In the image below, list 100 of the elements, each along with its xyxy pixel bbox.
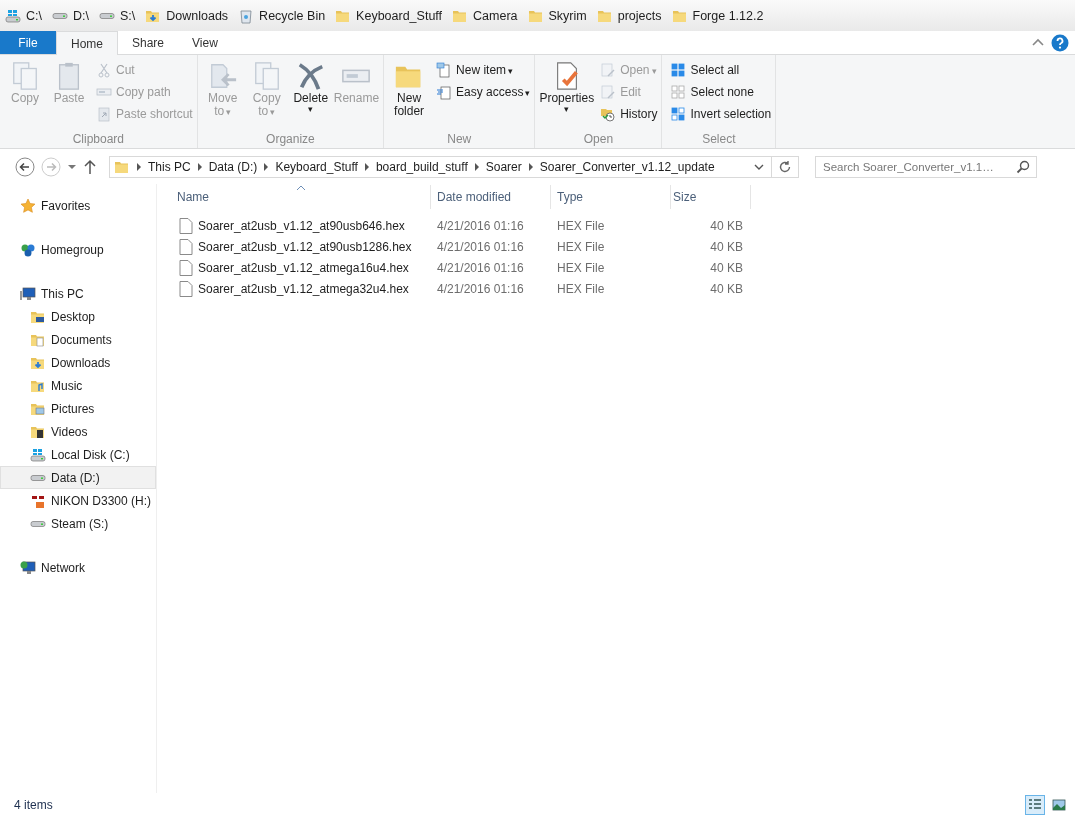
network-icon (20, 559, 36, 576)
table-cell-text: 40 KB (709, 239, 744, 254)
breadcrumb-item[interactable]: Keyboard_Stuff (275, 160, 358, 174)
table-cell[interactable]: Soarer_at2usb_v1.12_atmega16u4.hex (175, 259, 431, 276)
quick-link[interactable]: Forge 1.12.2 (671, 7, 764, 24)
navigation-item[interactable]: Desktop (0, 305, 156, 328)
table-cell-text: 4/21/2016 01:16 (436, 218, 525, 233)
navigation-item[interactable]: NIKON D3300 (H:) (0, 489, 156, 512)
search-icon[interactable] (1016, 160, 1030, 174)
windows-drive-icon (30, 446, 46, 463)
file-icon (179, 280, 193, 297)
ribbon-group-label: Organize (265, 132, 316, 148)
ribbon-button[interactable]: Select all (670, 61, 772, 79)
breadcrumb-item[interactable]: Data (D:) (208, 160, 258, 174)
navigation-item[interactable]: Downloads (0, 351, 156, 374)
breadcrumb-item[interactable]: board_build_stuff (375, 160, 468, 174)
drive-icon (98, 12, 115, 19)
table-cell-text: 4/21/2016 01:16 (436, 281, 525, 296)
navigation-item[interactable]: Pictures (0, 397, 156, 420)
quick-link[interactable]: projects (596, 7, 662, 24)
ribbon-tab[interactable]: Home (56, 31, 118, 55)
ribbon-button[interactable]: Delete ▾ (289, 59, 332, 132)
chevron-icon[interactable] (136, 163, 142, 171)
view-toggle[interactable] (1025, 794, 1045, 815)
history-icon (600, 106, 617, 122)
copy-icon (10, 61, 40, 91)
drive-icon (52, 12, 68, 19)
select-none-icon (670, 84, 687, 100)
folder-icon (114, 159, 130, 175)
back-button[interactable] (15, 157, 35, 177)
navigation-item[interactable]: Music (0, 374, 156, 397)
quick-link[interactable]: Recycle Bin (238, 7, 326, 24)
navigation-item[interactable]: Steam (S:) (0, 512, 156, 535)
column-header[interactable]: Type (551, 185, 671, 209)
navigation-item[interactable]: Network (0, 556, 156, 579)
quick-link[interactable]: Skyrim (527, 7, 587, 24)
table-cell-text: 40 KB (709, 281, 744, 296)
quick-link[interactable]: D:\ (52, 8, 89, 23)
item-count: 4 items (14, 797, 53, 812)
chevron-icon[interactable] (196, 163, 203, 171)
table-cell-text: HEX File (556, 218, 606, 233)
address-bar[interactable]: This PC Data (D:) Keyboard_Stuff board_build_stuff Soarer Soarer_Converter_v1.12_update (109, 156, 799, 178)
column-header[interactable]: Size (671, 185, 751, 209)
ribbon-button[interactable]: Properties ▾ (539, 59, 595, 132)
navigation-item[interactable]: Homegroup (0, 238, 156, 261)
easy-access-icon (436, 84, 453, 100)
table-cell-text: 4/21/2016 01:16 (436, 239, 525, 254)
table-cell[interactable]: Soarer_at2usb_v1.12_atmega32u4.hex (175, 280, 431, 297)
ribbon-button[interactable]: New folder (388, 59, 431, 132)
navigation-item[interactable]: Favorites (0, 194, 156, 217)
table-cell-text: 4/21/2016 01:16 (436, 260, 525, 275)
ribbon-group-label: Select (701, 132, 737, 148)
chevron-down-icon[interactable] (753, 162, 765, 172)
search-field[interactable]: Search Soarer_Converter_v1.1… (815, 156, 1037, 178)
file-icon (179, 259, 193, 276)
quick-link[interactable]: Camera (452, 7, 518, 24)
ribbon-button[interactable]: Invert selection (670, 105, 772, 123)
ribbon-tab[interactable]: View (178, 31, 232, 54)
table-cell-text: HEX File (556, 260, 606, 275)
column-header[interactable]: Date modified (431, 185, 551, 209)
breadcrumb-item[interactable]: Soarer (485, 160, 522, 174)
chevron-icon[interactable] (473, 163, 480, 171)
help-icon[interactable] (1051, 33, 1069, 52)
recent-locations-icon[interactable] (67, 162, 77, 172)
table-cell-text: HEX File (556, 281, 606, 296)
column-header[interactable]: Name (175, 185, 431, 209)
star-icon (20, 197, 36, 214)
select-all-icon (670, 62, 687, 78)
ribbon-button[interactable]: New item ▾ (436, 61, 531, 79)
table-cell[interactable]: Soarer_at2usb_v1.12_at90usb646.hex (175, 217, 431, 234)
refresh-icon[interactable] (778, 160, 792, 174)
edit-icon (600, 84, 617, 100)
shortcut-icon (96, 106, 112, 122)
quick-link[interactable]: Keyboard_Stuff (335, 7, 443, 24)
up-arrow-icon[interactable] (83, 159, 97, 175)
quick-link[interactable]: C:\ (5, 7, 42, 24)
recycle-bin-icon (238, 7, 255, 24)
ribbon-button[interactable]: History (600, 105, 658, 123)
navigation-item[interactable]: Documents (0, 328, 156, 351)
quick-link[interactable]: Downloads (145, 7, 229, 24)
navigation-item[interactable]: This PC (0, 282, 156, 305)
ribbon-button[interactable]: Select none (670, 83, 772, 101)
navigation-item[interactable]: Data (D:) (0, 466, 156, 489)
navigation-item[interactable]: Local Disk (C:) (0, 443, 156, 466)
breadcrumb-item[interactable]: Soarer_Converter_v1.12_update (539, 160, 715, 174)
ribbon-button[interactable]: Easy access ▾ (436, 83, 531, 101)
table-cell-text: 40 KB (709, 260, 744, 275)
table-cell-text: 40 KB (709, 218, 744, 233)
new-item-icon (436, 62, 453, 78)
ribbon-tab[interactable]: Share (118, 31, 179, 54)
chevron-icon[interactable] (263, 163, 270, 171)
navigation-item[interactable]: Videos (0, 420, 156, 443)
scissors-icon (96, 62, 112, 78)
file-menu-tab[interactable]: File (0, 31, 56, 54)
breadcrumb-item[interactable]: This PC (148, 160, 191, 174)
chevron-icon[interactable] (527, 163, 534, 171)
quick-link[interactable]: S:\ (98, 8, 136, 23)
chevron-icon[interactable] (363, 163, 370, 171)
drive-icon (30, 474, 46, 481)
table-cell[interactable]: Soarer_at2usb_v1.12_at90usb1286.hex (175, 238, 431, 255)
